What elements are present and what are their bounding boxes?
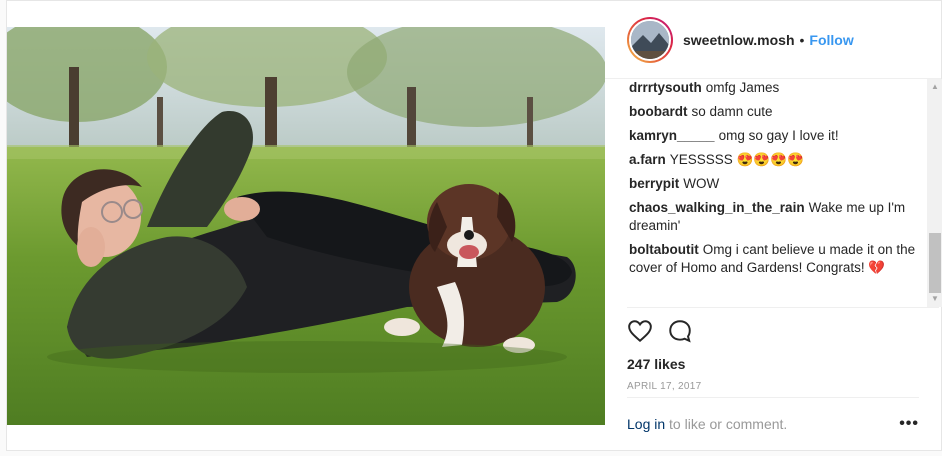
post-date[interactable]: APRIL 17, 2017: [627, 381, 939, 392]
comment-item: chaos_walking_in_the_rain Wake me up I'm …: [629, 199, 917, 235]
follow-button[interactable]: Follow: [809, 32, 853, 48]
mountain-avatar-icon: [631, 20, 669, 59]
comment-username[interactable]: boltaboutit: [629, 242, 699, 257]
comment-username[interactable]: boobardt: [629, 104, 688, 119]
comment-username[interactable]: drrrtysouth: [629, 80, 702, 95]
login-prompt: Log in to like or comment. •••: [627, 397, 919, 450]
comment-item: berrypit WOW: [629, 175, 917, 193]
comment-text: omg so gay I love it!: [718, 128, 839, 143]
comment-item: kamryn_____ omg so gay I love it!: [629, 127, 917, 145]
action-icons: [627, 318, 939, 346]
comment-item: boltaboutit Omg i cant believe u made it …: [629, 241, 917, 277]
photo-illustration: [7, 27, 605, 425]
instagram-post: sweetnlow.mosh • Follow drrrtysouth omfg …: [6, 0, 942, 451]
heart-icon[interactable]: [627, 318, 653, 344]
login-suffix: to like or comment.: [665, 416, 788, 432]
comment-username[interactable]: chaos_walking_in_the_rain: [629, 200, 805, 215]
scroll-down-arrow-icon[interactable]: ▼: [927, 291, 942, 307]
avatar[interactable]: [627, 16, 673, 63]
more-options-icon[interactable]: •••: [899, 415, 919, 433]
comment-item: a.farn YESSSSS 😍😍😍😍: [629, 151, 917, 169]
comment-icon[interactable]: [667, 318, 693, 344]
comment-text: YESSSSS 😍😍😍😍: [669, 152, 804, 167]
comment-username[interactable]: berrypit: [629, 176, 679, 191]
comment-text: WOW: [683, 176, 720, 191]
comment-username[interactable]: a.farn: [629, 152, 666, 167]
comment-item: drrrtysouth omfg James: [629, 79, 917, 97]
comment-text: so damn cute: [691, 104, 773, 119]
comment-text: omfg James: [705, 80, 780, 95]
scroll-up-arrow-icon[interactable]: ▲: [927, 79, 942, 95]
scrollbar-thumb[interactable]: [929, 233, 941, 293]
post-photo[interactable]: [7, 27, 605, 425]
comment-username[interactable]: kamryn_____: [629, 128, 715, 143]
login-link[interactable]: Log in: [627, 416, 665, 432]
like-count[interactable]: 247 likes: [627, 356, 939, 372]
login-text: Log in to like or comment.: [627, 416, 787, 432]
post-sidebar: sweetnlow.mosh • Follow drrrtysouth omfg …: [605, 1, 942, 450]
header-separator: •: [799, 31, 805, 48]
comments-scrollbar[interactable]: ▲ ▼: [927, 79, 942, 307]
avatar-image: [629, 18, 671, 61]
post-header: sweetnlow.mosh • Follow: [605, 1, 941, 79]
username-link[interactable]: sweetnlow.mosh: [683, 32, 795, 48]
comment-item: boobardt so damn cute: [629, 103, 917, 121]
comments-list: drrrtysouth omfg James boobardt so damn cu…: [605, 79, 927, 307]
post-actions: 247 likes APRIL 17, 2017: [627, 307, 939, 392]
